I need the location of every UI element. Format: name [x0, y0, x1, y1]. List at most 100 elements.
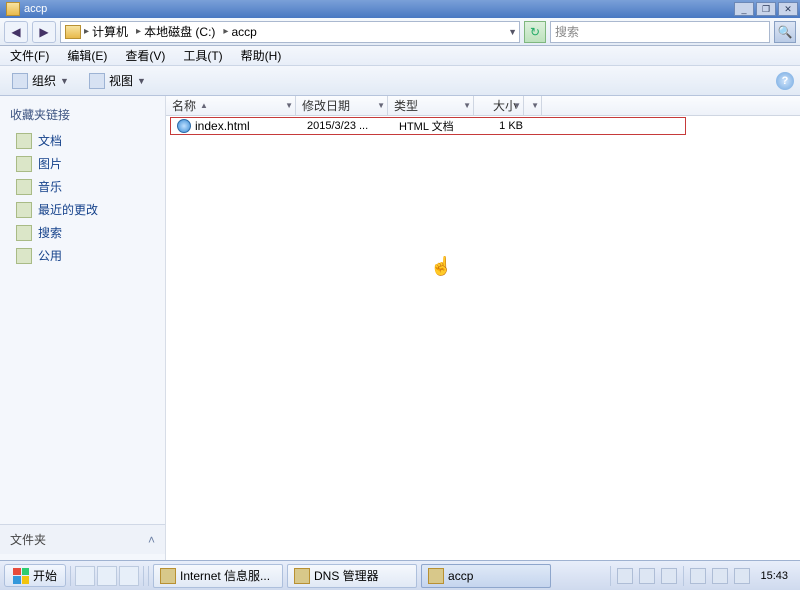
search-placeholder: 搜索	[555, 23, 579, 40]
file-size-cell: 1 KB	[479, 120, 529, 132]
sidebar-item-label: 音乐	[38, 178, 62, 195]
column-header-date[interactable]: 修改日期 ▼	[296, 96, 388, 115]
taskbar: 开始 Internet 信息服... DNS 管理器 accp 15:43	[0, 560, 800, 590]
sidebar-item-recent[interactable]: 最近的更改	[0, 198, 165, 221]
file-list: 名称 ▲ ▼ 修改日期 ▼ 类型 ▼ 大小 ▼ ▼ inde	[166, 96, 800, 560]
chevron-up-icon: ˄	[148, 533, 155, 547]
sidebar-item-documents[interactable]: 文档	[0, 129, 165, 152]
start-button[interactable]: 开始	[4, 564, 66, 587]
search-go-button[interactable]: 🔍	[774, 21, 796, 43]
column-dropdown-icon[interactable]: ▼	[513, 101, 521, 110]
file-type-cell: HTML 文档	[393, 118, 479, 134]
quick-launch-ie-icon[interactable]	[119, 566, 139, 586]
column-header-type[interactable]: 类型 ▼	[388, 96, 474, 115]
organize-icon	[12, 73, 28, 89]
html-file-icon	[177, 119, 191, 133]
views-button[interactable]: 视图 ▼	[83, 70, 152, 91]
column-header-size[interactable]: 大小 ▼	[474, 96, 524, 115]
sidebar-item-music[interactable]: 音乐	[0, 175, 165, 198]
sidebar-item-label: 搜索	[38, 224, 62, 241]
folder-icon	[428, 568, 444, 584]
menu-edit[interactable]: 编辑(E)	[63, 45, 111, 66]
chevron-down-icon: ▼	[137, 76, 146, 86]
menu-view[interactable]: 查看(V)	[121, 45, 169, 66]
column-dropdown-icon[interactable]: ▼	[285, 101, 293, 110]
breadcrumb-label: 本地磁盘 (C:)	[144, 23, 215, 40]
taskbar-app-dns[interactable]: DNS 管理器	[287, 564, 417, 588]
column-dropdown-icon[interactable]: ▼	[531, 101, 539, 110]
file-name-cell: index.html	[171, 119, 301, 133]
taskbar-app-iis[interactable]: Internet 信息服...	[153, 564, 283, 588]
mouse-cursor: ☝	[430, 256, 452, 277]
menu-bar: 文件(F) 编辑(E) 查看(V) 工具(T) 帮助(H)	[0, 46, 800, 66]
sidebar-item-pictures[interactable]: 图片	[0, 152, 165, 175]
taskbar-app-label: Internet 信息服...	[180, 567, 270, 584]
iis-icon	[160, 568, 176, 584]
menu-help[interactable]: 帮助(H)	[237, 45, 286, 66]
address-bar[interactable]: ▸ 计算机 ▸ 本地磁盘 (C:) ▸ accp ▼	[60, 21, 520, 43]
refresh-button[interactable]: ↻	[524, 21, 546, 43]
breadcrumb-label: 计算机	[92, 23, 128, 40]
tray-icon[interactable]	[617, 568, 633, 584]
column-header-extra[interactable]: ▼	[524, 96, 542, 115]
breadcrumb-drive[interactable]: ▸ 本地磁盘 (C:)	[134, 23, 217, 40]
close-button[interactable]: ✕	[778, 2, 798, 16]
tray-network-icon[interactable]	[712, 568, 728, 584]
chevron-down-icon: ▼	[60, 76, 69, 86]
computer-icon	[65, 25, 81, 39]
explorer-main: 收藏夹链接 文档 图片 音乐 最近的更改 搜索 公用 文件夹 ˄ 名称 ▲ ▼ …	[0, 96, 800, 560]
file-name: index.html	[195, 119, 250, 133]
taskbar-app-label: DNS 管理器	[314, 567, 379, 584]
taskbar-clock[interactable]: 15:43	[756, 570, 792, 582]
pictures-icon	[16, 156, 32, 172]
sidebar-item-label: 图片	[38, 155, 62, 172]
tray-separator	[683, 566, 684, 586]
breadcrumb-computer[interactable]: ▸ 计算机	[63, 23, 130, 40]
taskbar-separator	[148, 566, 149, 586]
window-title: accp	[24, 3, 47, 15]
tray-volume-icon[interactable]	[734, 568, 750, 584]
toolbar: 组织 ▼ 视图 ▼ ?	[0, 66, 800, 96]
search-icon	[16, 225, 32, 241]
tray-icon[interactable]	[690, 568, 706, 584]
menu-file[interactable]: 文件(F)	[6, 45, 53, 66]
organize-button[interactable]: 组织 ▼	[6, 70, 75, 91]
menu-tools[interactable]: 工具(T)	[179, 45, 226, 66]
sidebar-item-search[interactable]: 搜索	[0, 221, 165, 244]
windows-logo-icon	[13, 568, 29, 584]
views-icon	[89, 73, 105, 89]
column-dropdown-icon[interactable]: ▼	[377, 101, 385, 110]
breadcrumb-folder[interactable]: ▸ accp	[221, 25, 258, 39]
minimize-button[interactable]: _	[734, 2, 754, 16]
tray-separator	[610, 566, 611, 586]
quick-launch-desktop-icon[interactable]	[75, 566, 95, 586]
address-dropdown-icon[interactable]: ▼	[508, 27, 517, 37]
column-dropdown-icon[interactable]: ▼	[463, 101, 471, 110]
tray-icon[interactable]	[661, 568, 677, 584]
file-date-cell: 2015/3/23 ...	[301, 120, 393, 132]
sidebar-item-public[interactable]: 公用	[0, 244, 165, 267]
taskbar-app-accp[interactable]: accp	[421, 564, 551, 588]
recent-icon	[16, 202, 32, 218]
nav-forward-button[interactable]: ▶	[32, 21, 56, 43]
help-button[interactable]: ?	[776, 72, 794, 90]
address-bar-row: ◀ ▶ ▸ 计算机 ▸ 本地磁盘 (C:) ▸ accp ▼ ↻ 搜索 🔍	[0, 18, 800, 46]
chevron-right-icon: ▸	[223, 26, 228, 37]
maximize-button[interactable]: ❐	[756, 2, 776, 16]
start-label: 开始	[33, 567, 57, 584]
sidebar-item-label: 文档	[38, 132, 62, 149]
views-label: 视图	[109, 72, 133, 89]
window-titlebar: accp _ ❐ ✕	[0, 0, 800, 18]
column-header-name[interactable]: 名称 ▲ ▼	[166, 96, 296, 115]
folders-pane-header[interactable]: 文件夹 ˄	[0, 524, 165, 554]
sort-asc-icon: ▲	[200, 101, 208, 110]
tray-icon[interactable]	[639, 568, 655, 584]
dns-icon	[294, 568, 310, 584]
quick-launch-explorer-icon[interactable]	[97, 566, 117, 586]
nav-back-button[interactable]: ◀	[4, 21, 28, 43]
search-input[interactable]: 搜索	[550, 21, 770, 43]
folder-icon	[6, 2, 20, 16]
taskbar-app-label: accp	[448, 569, 473, 583]
file-row[interactable]: index.html 2015/3/23 ... HTML 文档 1 KB	[170, 117, 686, 135]
sidebar-item-label: 公用	[38, 247, 62, 264]
